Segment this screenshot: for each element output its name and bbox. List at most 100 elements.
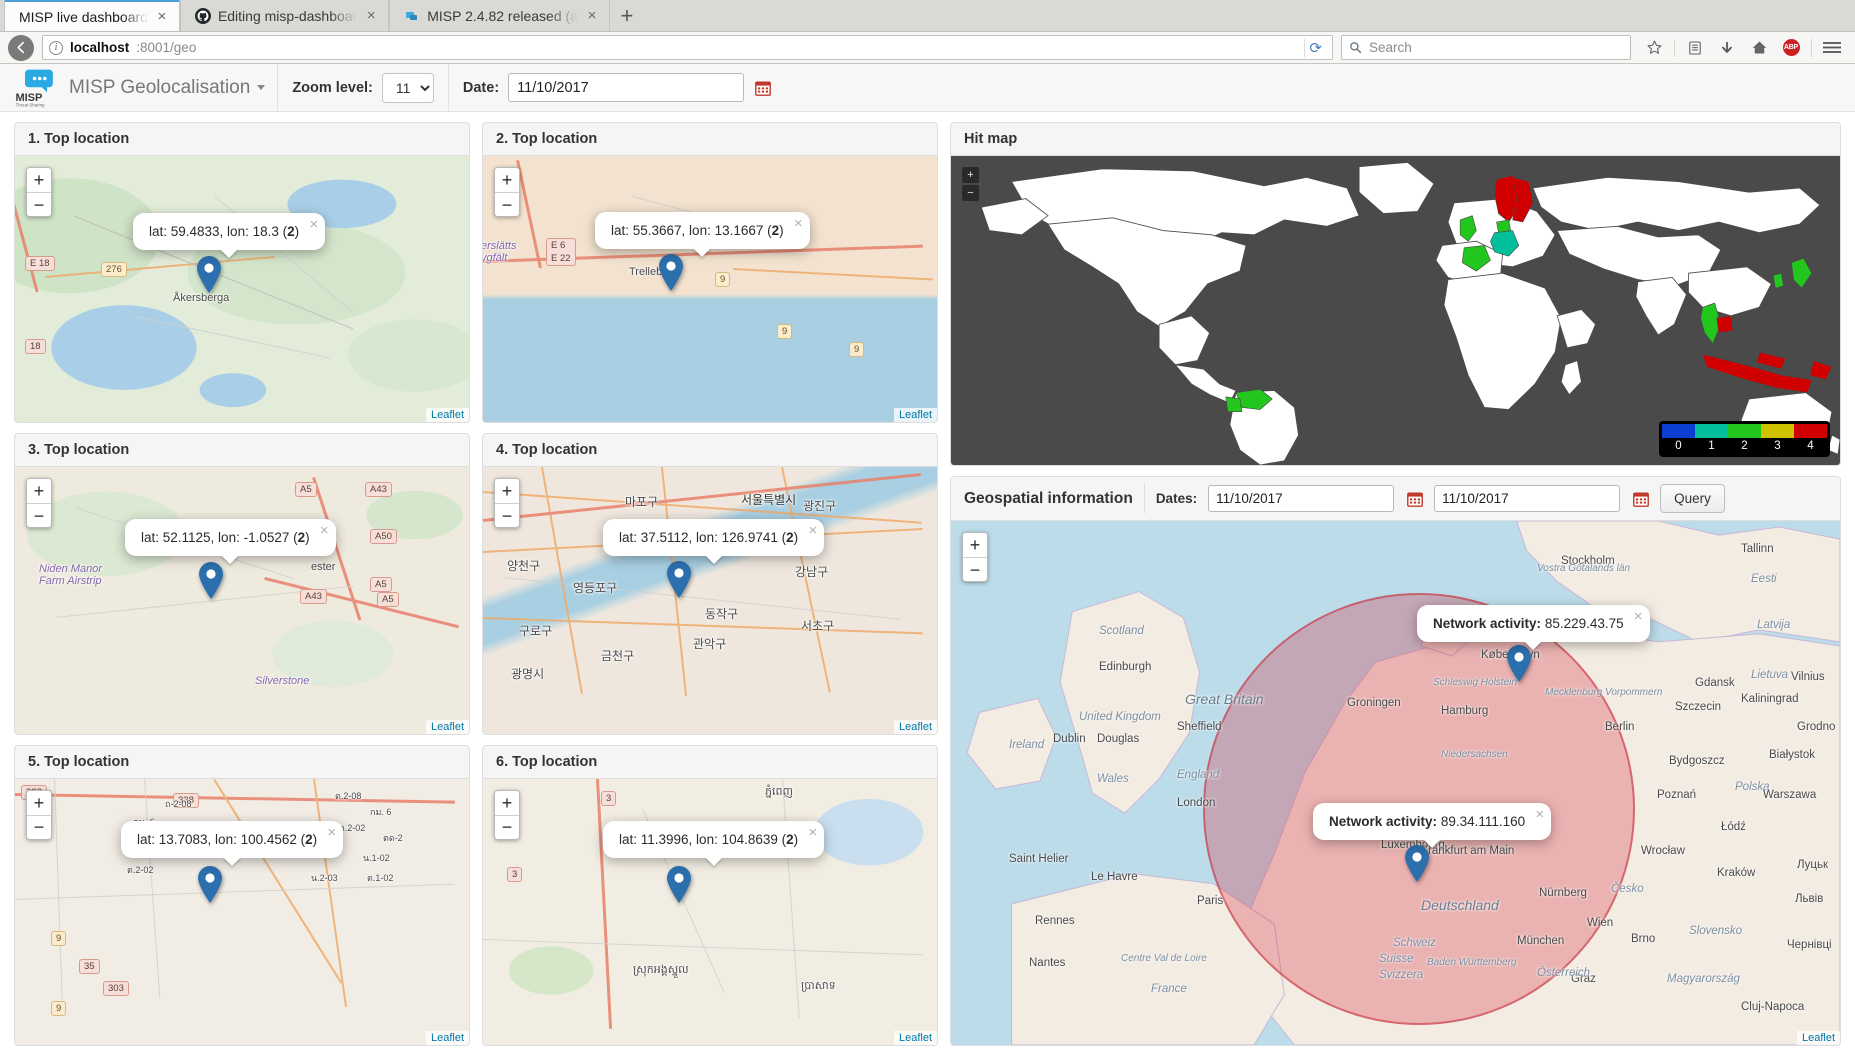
calendar-icon-from[interactable]: [1407, 491, 1423, 507]
geospatial-date-from-input[interactable]: [1208, 485, 1394, 512]
geospatial-zoom-in-button[interactable]: +: [963, 533, 987, 557]
new-tab-button[interactable]: +: [610, 0, 644, 31]
map-zoom-controls-5[interactable]: + −: [26, 790, 52, 840]
top-location-panel-3-body[interactable]: A5 A43 A43 A5 A50 A5 Niden ManorFarm Air…: [15, 467, 469, 733]
map-popup-1[interactable]: lat: 59.4833, lon: 18.3 (2) ×: [133, 213, 325, 250]
map-popup-2-close-icon[interactable]: ×: [794, 216, 803, 231]
map-popup-6[interactable]: lat: 11.3996, lon: 104.8639 (2) ×: [603, 821, 824, 858]
map-zoom-controls-6[interactable]: + −: [494, 790, 520, 840]
browser-tab-2-close-icon[interactable]: ×: [364, 8, 378, 23]
browser-tab-2[interactable]: Editing misp-dashboar ×: [180, 0, 389, 31]
zoom-in-button-6[interactable]: +: [495, 791, 519, 815]
geospatial-zoom-out-button[interactable]: −: [963, 557, 987, 581]
hamburger-menu-icon[interactable]: [1817, 35, 1847, 61]
date-input[interactable]: [508, 73, 744, 102]
network-activity-popup-2[interactable]: Network activity: 89.34.111.160 ×: [1313, 803, 1551, 840]
calendar-icon-to[interactable]: [1633, 491, 1649, 507]
hit-map-canvas[interactable]: + − 0 1 2: [951, 156, 1840, 465]
map-popup-3-close-icon[interactable]: ×: [320, 523, 329, 538]
zoom-in-button-1[interactable]: +: [27, 168, 51, 192]
browser-tab-3[interactable]: MISP 2.4.82 released (a ×: [389, 0, 610, 31]
library-icon[interactable]: [1680, 35, 1710, 61]
leaflet-credit-1[interactable]: Leaflet: [426, 408, 469, 422]
map-marker-2[interactable]: [658, 254, 684, 292]
browser-tab-1-close-icon[interactable]: ×: [155, 9, 169, 24]
zoom-in-button-5[interactable]: +: [27, 791, 51, 815]
map-zoom-controls-3[interactable]: + −: [26, 478, 52, 528]
downloads-icon[interactable]: [1712, 35, 1742, 61]
misp-logo-sub-text: Threat Sharing: [15, 102, 45, 107]
leaflet-map-5[interactable]: 338 338 9 35 303 9 ต.2-08 กม. 6 ตต.2-02 …: [15, 779, 469, 1045]
browser-search-bar[interactable]: Search: [1341, 35, 1631, 60]
browser-tab-3-close-icon[interactable]: ×: [585, 8, 599, 23]
leaflet-map-6[interactable]: 3 3 ភ្នំពេញ ប្រាសាទ ស្រុកអង្គស្នួល + − l…: [483, 779, 937, 1045]
map-zoom-controls-2[interactable]: + −: [494, 167, 520, 217]
map-marker-3[interactable]: [198, 562, 224, 600]
map-marker-4[interactable]: [666, 561, 692, 599]
zoom-in-button-4[interactable]: +: [495, 479, 519, 503]
misp-brand[interactable]: MISP Threat Sharing MISP Geolocalisation: [0, 64, 277, 111]
zoom-out-button-6[interactable]: −: [495, 815, 519, 839]
geospatial-date-to-input[interactable]: [1434, 485, 1620, 512]
zoom-out-button-2[interactable]: −: [495, 192, 519, 216]
map-popup-1-close-icon[interactable]: ×: [309, 217, 318, 232]
map-popup-5[interactable]: lat: 13.7083, lon: 100.4562 (2) ×: [121, 821, 343, 858]
map-popup-5-close-icon[interactable]: ×: [327, 825, 336, 840]
hit-map-zoom-controls[interactable]: + −: [962, 167, 979, 203]
zoom-level-select[interactable]: 11: [382, 73, 434, 103]
hit-map-zoom-in-button[interactable]: +: [962, 167, 979, 183]
site-info-icon[interactable]: i: [49, 41, 63, 55]
geospatial-zoom-controls[interactable]: + −: [962, 532, 988, 582]
leaflet-credit-4[interactable]: Leaflet: [894, 720, 937, 734]
leaflet-map-2[interactable]: E 6E 22 9 9 9 erslättsygfält Trelleborg …: [483, 156, 937, 422]
back-button[interactable]: [8, 35, 34, 61]
top-location-panel-5-body[interactable]: 338 338 9 35 303 9 ต.2-08 กม. 6 ตต.2-02 …: [15, 779, 469, 1045]
map-zoom-controls-4[interactable]: + −: [494, 478, 520, 528]
map-popup-4[interactable]: lat: 37.5112, lon: 126.9741 (2) ×: [603, 519, 824, 556]
leaflet-map-3[interactable]: A5 A43 A43 A5 A50 A5 Niden ManorFarm Air…: [15, 467, 469, 733]
map-marker-5[interactable]: [197, 866, 223, 904]
adblock-plus-icon[interactable]: ABP: [1776, 35, 1806, 61]
network-activity-popup-1-close-icon[interactable]: ×: [1634, 609, 1643, 624]
network-activity-popup-1[interactable]: Network activity: 85.229.43.75 ×: [1417, 605, 1650, 642]
leaflet-credit-2[interactable]: Leaflet: [894, 408, 937, 422]
network-activity-marker-1[interactable]: [1506, 645, 1532, 683]
network-activity-marker-2[interactable]: [1404, 845, 1430, 883]
map-popup-4-count: 2: [786, 530, 794, 545]
zoom-out-button-4[interactable]: −: [495, 503, 519, 527]
geospatial-leaflet-credit[interactable]: Leaflet: [1797, 1031, 1840, 1045]
reload-button[interactable]: ⟳: [1304, 39, 1326, 57]
hit-map-zoom-out-button[interactable]: −: [962, 185, 979, 201]
zoom-out-button-5[interactable]: −: [27, 815, 51, 839]
map-popup-6-close-icon[interactable]: ×: [808, 825, 817, 840]
url-bar[interactable]: i localhost:8001/geo ⟳: [42, 35, 1333, 60]
calendar-icon[interactable]: [755, 80, 771, 96]
bookmark-star-icon[interactable]: [1639, 35, 1669, 61]
top-location-panel-1-body[interactable]: E 18 276 18 Åkersberga + − lat: 59.4833,…: [15, 156, 469, 422]
hit-map-body[interactable]: + − 0 1 2: [951, 156, 1840, 465]
geospatial-body[interactable]: Stockholm Tallinn Eesti Latvija Lietuva …: [951, 521, 1840, 1045]
map-popup-3[interactable]: lat: 52.1125, lon: -1.0527 (2) ×: [125, 519, 336, 556]
leaflet-map-1[interactable]: E 18 276 18 Åkersberga + − lat: 59.4833,…: [15, 156, 469, 422]
zoom-out-button-1[interactable]: −: [27, 192, 51, 216]
geospatial-leaflet-map[interactable]: Stockholm Tallinn Eesti Latvija Lietuva …: [951, 521, 1840, 1045]
map-zoom-controls-1[interactable]: + −: [26, 167, 52, 217]
browser-tab-1[interactable]: MISP live dashboard ×: [4, 0, 180, 31]
zoom-in-button-2[interactable]: +: [495, 168, 519, 192]
map-marker-6[interactable]: [666, 866, 692, 904]
map-popup-4-close-icon[interactable]: ×: [808, 523, 817, 538]
zoom-in-button-3[interactable]: +: [27, 479, 51, 503]
leaflet-credit-5[interactable]: Leaflet: [426, 1031, 469, 1045]
home-icon[interactable]: [1744, 35, 1774, 61]
top-location-panel-2-body[interactable]: E 6E 22 9 9 9 erslättsygfält Trelleborg …: [483, 156, 937, 422]
network-activity-popup-2-close-icon[interactable]: ×: [1535, 807, 1544, 822]
leaflet-credit-6[interactable]: Leaflet: [894, 1031, 937, 1045]
top-location-panel-4-body[interactable]: 마포구 서울특별시 양천구 영등포구 동작구 구로구 금천구 관악구 서초구 강…: [483, 467, 937, 733]
map-popup-2[interactable]: lat: 55.3667, lon: 13.1667 (2) ×: [595, 212, 810, 249]
geospatial-query-button[interactable]: Query: [1660, 484, 1725, 513]
leaflet-map-4[interactable]: 마포구 서울특별시 양천구 영등포구 동작구 구로구 금천구 관악구 서초구 강…: [483, 467, 937, 733]
leaflet-credit-3[interactable]: Leaflet: [426, 720, 469, 734]
zoom-out-button-3[interactable]: −: [27, 503, 51, 527]
map-marker-1[interactable]: [196, 256, 222, 294]
top-location-panel-6-body[interactable]: 3 3 ភ្នំពេញ ប្រាសាទ ស្រុកអង្គស្នួល + − l…: [483, 779, 937, 1045]
